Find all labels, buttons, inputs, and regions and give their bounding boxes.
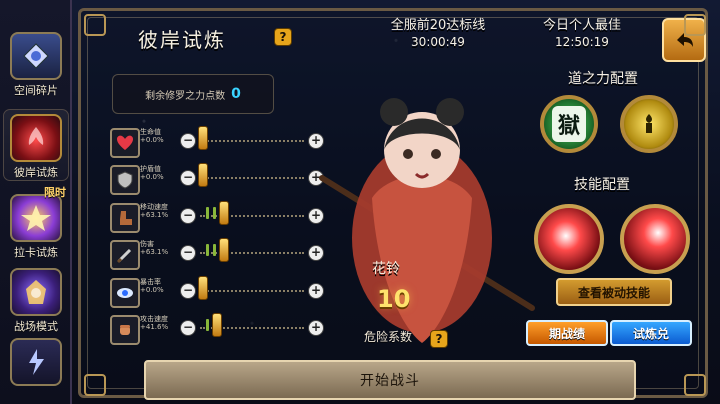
decrease-stat-button[interactable]: −: [180, 208, 196, 224]
nav-label: 空间碎片: [14, 84, 58, 97]
danger-level-value: 10: [377, 285, 411, 313]
prison-glyph-icon[interactable]: 獄: [540, 95, 598, 153]
remaining-points-panel: 剩余修罗之力点数 0: [112, 74, 274, 114]
stat-label: 移动速度 +63.1%: [140, 203, 180, 219]
stat-level-pip: [206, 319, 209, 331]
nav-item-extra[interactable]: [4, 334, 68, 404]
red-lotus-icon: [10, 114, 62, 162]
frame-corner-ornament: [684, 14, 706, 36]
nav-item-raka-trial[interactable]: 限时 拉卡试炼: [4, 186, 68, 260]
trial-exchange-button[interactable]: 试炼兑: [610, 320, 692, 346]
page-title: 彼岸试炼: [138, 28, 226, 52]
stat-level-pip: [206, 207, 209, 219]
nav-item-space-shards[interactable]: 空间碎片: [4, 28, 68, 98]
skill-config-title: 技能配置: [574, 177, 630, 193]
title-help-button[interactable]: ?: [274, 28, 292, 46]
boot-icon: [110, 203, 140, 233]
space-shards-icon: [10, 32, 62, 80]
stat-percent: +63.1%: [140, 248, 169, 256]
timer-value: 30:00:49: [411, 35, 465, 49]
hero-character-art: [282, 58, 542, 350]
points-label: 剩余修罗之力点数: [145, 90, 226, 102]
stat-name: 攻击速度: [140, 315, 168, 323]
red-nova-skill-icon[interactable]: [620, 204, 690, 274]
left-nav: 空间碎片 彼岸试炼 限时 拉卡试炼 战场模式: [0, 0, 72, 404]
danger-label: 危险系数: [364, 330, 413, 344]
prison-glyph-text: 獄: [551, 106, 586, 142]
stat-slider-thumb[interactable]: [219, 238, 229, 262]
danger-help-button[interactable]: ?: [430, 330, 448, 348]
stat-name: 护盾值: [140, 165, 161, 173]
stat-name: 移动速度: [140, 203, 168, 211]
view-passive-skills-button[interactable]: 查看被动技能: [556, 278, 672, 306]
nav-label: 拉卡试炼: [14, 246, 58, 259]
lightning-icon: [10, 338, 62, 386]
stat-label: 生命值 +0.0%: [140, 128, 180, 144]
decrease-stat-button[interactable]: −: [180, 283, 196, 299]
stat-slider-thumb[interactable]: [212, 313, 222, 337]
dao-config-title: 道之力配置: [568, 71, 638, 87]
top20-threshold-timer: 全服前20达标线 30:00:49: [382, 14, 494, 49]
hero-name: 花铃: [372, 261, 400, 277]
stat-label: 伤害 +63.1%: [140, 240, 180, 256]
start-battle-button[interactable]: 开始战斗: [144, 360, 636, 400]
stat-name: 生命值: [140, 128, 161, 136]
decrease-stat-button[interactable]: −: [180, 170, 196, 186]
stat-level-pip: [213, 207, 216, 219]
sword-icon: [110, 240, 140, 270]
timer-label: 全服前20达标线: [390, 18, 486, 33]
stat-label: 暴击率 +0.0%: [140, 278, 180, 294]
limited-time-badge: 限时: [44, 186, 66, 199]
nav-item-battlefield-mode[interactable]: 战场模式: [4, 264, 68, 334]
spirit-figure-icon: [646, 114, 652, 133]
nav-item-red-lotus-trial[interactable]: 彼岸试炼: [3, 109, 69, 181]
stat-label: 攻击速度 +41.6%: [140, 315, 180, 331]
spirit-glyph-icon[interactable]: [620, 95, 678, 153]
stat-percent: +0.0%: [140, 136, 164, 144]
stat-slider-thumb[interactable]: [198, 163, 208, 187]
timer-label: 今日个人最佳: [542, 18, 621, 33]
decrease-stat-button[interactable]: −: [180, 320, 196, 336]
stat-level-pip: [206, 244, 209, 256]
stat-name: 伤害: [140, 240, 154, 248]
frame-corner-ornament: [84, 374, 106, 396]
points-value: 0: [231, 86, 241, 102]
decrease-stat-button[interactable]: −: [180, 133, 196, 149]
stat-slider-thumb[interactable]: [198, 126, 208, 150]
decrease-stat-button[interactable]: −: [180, 245, 196, 261]
stat-percent: +0.0%: [140, 286, 164, 294]
frame-corner-ornament: [84, 14, 106, 36]
battlefield-icon: [10, 268, 62, 316]
personal-best-timer: 今日个人最佳 12:50:19: [532, 14, 632, 49]
season-record-button[interactable]: 期战绩: [526, 320, 608, 346]
stat-percent: +0.0%: [140, 173, 164, 181]
stat-slider-thumb[interactable]: [198, 276, 208, 300]
stat-percent: +63.1%: [140, 211, 169, 219]
stat-slider-thumb[interactable]: [219, 201, 229, 225]
red-vortex-skill-icon[interactable]: [534, 204, 604, 274]
stat-label: 护盾值 +0.0%: [140, 165, 180, 181]
fist-icon: [110, 315, 140, 345]
frame-corner-ornament: [684, 374, 706, 396]
stat-percent: +41.6%: [140, 323, 169, 331]
heart-icon: [110, 128, 140, 158]
stat-name: 暴击率: [140, 278, 161, 286]
timer-value: 12:50:19: [555, 35, 609, 49]
nav-label: 战场模式: [14, 320, 58, 333]
shield-icon: [110, 165, 140, 195]
raka-trial-icon: [10, 194, 62, 242]
eye-icon: [110, 278, 140, 308]
nav-label: 彼岸试炼: [14, 166, 58, 179]
stat-level-pip: [213, 244, 216, 256]
